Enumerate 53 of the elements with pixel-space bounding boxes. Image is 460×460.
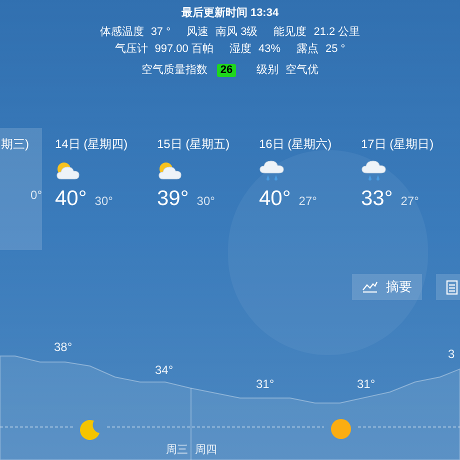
forecast-day[interactable]: 16日 (星期六) 40° 27° xyxy=(246,128,348,250)
forecast-date: 15日 (星期五) xyxy=(157,136,230,152)
sun-icon xyxy=(331,419,351,439)
aqi-level-value: 空气优 xyxy=(286,63,319,78)
forecast-day[interactable]: 17日 (星期日) 33° 27° xyxy=(348,128,450,250)
detail-value: 37 ° xyxy=(150,25,171,40)
detail-value: 25 ° xyxy=(326,42,346,57)
detail-label: 湿度 xyxy=(229,42,252,57)
aqi-badge: 26 xyxy=(217,64,236,77)
aqi-label: 空气质量指数 xyxy=(141,63,208,78)
forecast-day[interactable]: 15日 (星期五) 39° 30° xyxy=(144,128,246,250)
rain-cloud-icon xyxy=(361,160,387,182)
low-temperature: 30° xyxy=(94,193,113,210)
high-temperature: 33° xyxy=(361,186,393,212)
forecast-date: 17日 (星期日) xyxy=(361,136,434,152)
detail-label: 露点 xyxy=(296,42,318,57)
forecast-day[interactable]: 期三) 0° xyxy=(0,128,42,250)
temperature-label: 34° xyxy=(155,363,174,377)
low-temperature: 30° xyxy=(196,193,215,210)
high-temperature: 39° xyxy=(157,186,189,212)
low-temperature: 0° xyxy=(30,187,42,204)
detail-value: 43% xyxy=(258,42,280,57)
detail-label: 能见度 xyxy=(274,25,307,40)
detail-value: 997.00 百帕 xyxy=(154,42,214,57)
aqi-level-label: 级别 xyxy=(256,63,279,78)
forecast-date: 期三) xyxy=(1,136,29,152)
high-temperature: 40° xyxy=(55,186,87,212)
temperature-label: 3 xyxy=(448,347,455,361)
detail-value: 南风 3级 xyxy=(216,25,258,40)
moon-icon xyxy=(80,420,100,440)
update-time: 最后更新时间 13:34 xyxy=(181,6,279,21)
detail-value: 21.2 公里 xyxy=(314,25,360,40)
detail-label: 气压计 xyxy=(114,42,148,57)
rain-cloud-icon xyxy=(259,160,285,182)
detail-label: 体感温度 xyxy=(100,25,144,40)
detail-label: 风速 xyxy=(186,25,209,40)
forecast-date: 16日 (星期六) xyxy=(259,136,332,152)
list-icon xyxy=(446,280,458,294)
temperature-label: 31° xyxy=(256,377,274,391)
low-temperature: 27° xyxy=(400,193,419,210)
day-label: 周四 xyxy=(195,443,217,457)
forecast-date: 14日 (星期四) xyxy=(55,136,128,152)
temperature-label: 38° xyxy=(54,340,72,354)
low-temperature: 27° xyxy=(298,193,317,210)
sun-cloud-icon xyxy=(157,161,183,181)
temperature-label: 31° xyxy=(357,377,376,391)
line-chart-icon xyxy=(362,281,378,293)
list-view-button[interactable] xyxy=(436,274,460,300)
high-temperature: 40° xyxy=(259,186,291,212)
forecast-day[interactable]: 14日 (星期四) 40° 30° xyxy=(42,128,144,250)
sun-cloud-icon xyxy=(55,161,81,181)
day-label: 周三 xyxy=(166,443,188,457)
summary-button[interactable]: 摘要 xyxy=(352,274,422,300)
